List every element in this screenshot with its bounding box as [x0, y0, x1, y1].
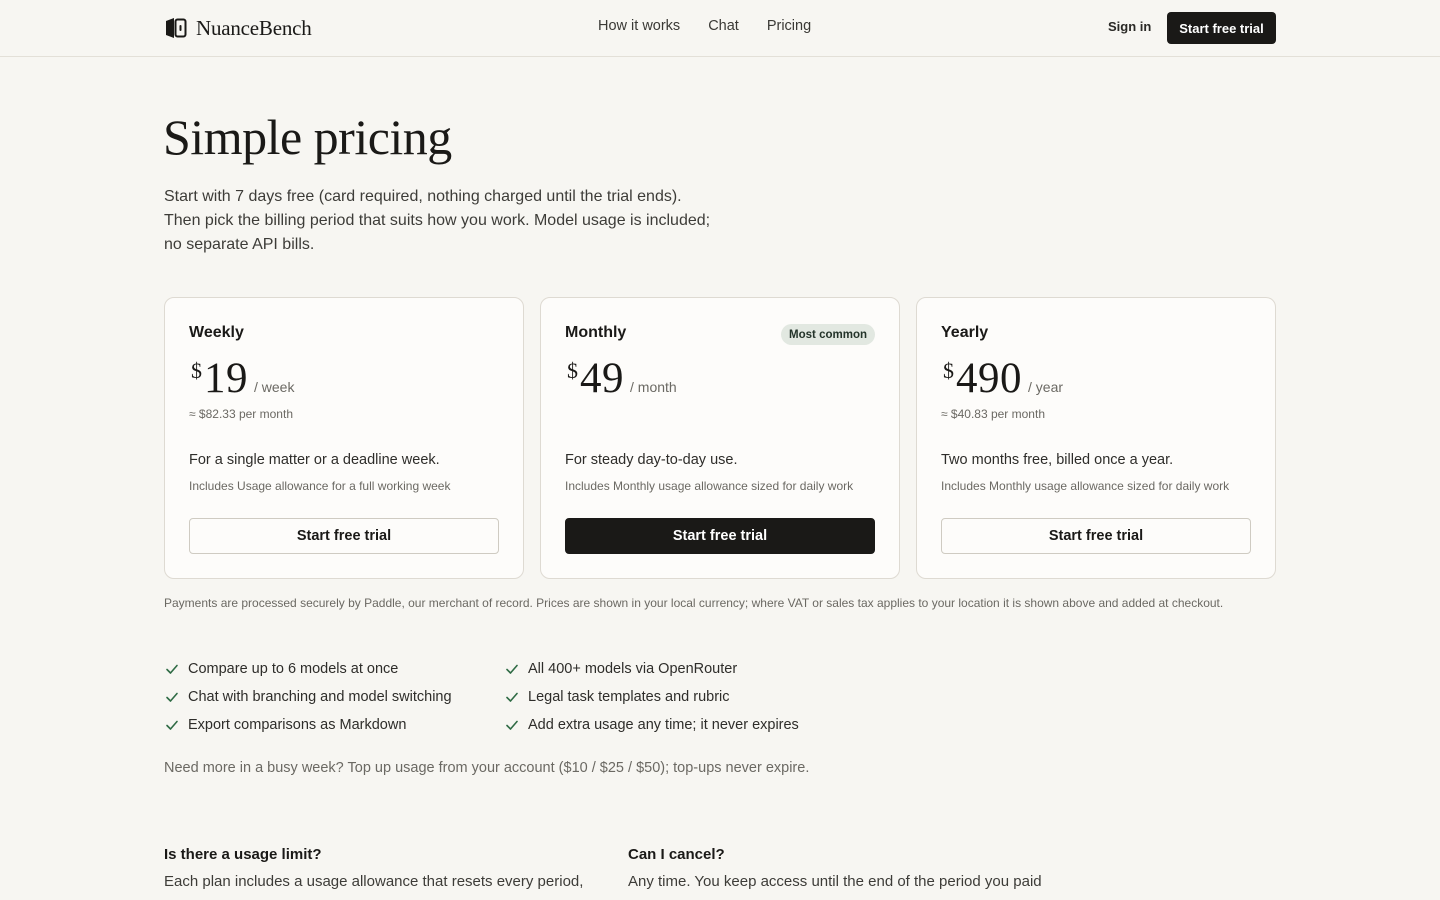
plan-price: $ 19 / week — [191, 354, 295, 402]
brand-logo-icon — [166, 18, 187, 38]
plan-name: Monthly — [565, 324, 627, 341]
price-currency: $ — [191, 358, 202, 383]
subtitle-line: no separate API bills. — [164, 236, 315, 253]
check-icon — [166, 664, 178, 674]
plan-price: $ 490 / year — [943, 354, 1064, 402]
faq-answer-usage-limit: Each plan includes a usage allowance tha… — [164, 873, 584, 890]
feature-item: Chat with branching and model switching — [164, 687, 452, 707]
feature-item: Compare up to 6 models at once — [164, 659, 398, 679]
price-period: / month — [630, 379, 677, 395]
page-subtitle: Start with 7 days free (card required, n… — [164, 185, 764, 257]
plan-includes: Includes Monthly usage allowance sized f… — [565, 479, 854, 493]
plan-includes: Includes Monthly usage allowance sized f… — [941, 479, 1230, 493]
faq-answer-cancel: Any time. You keep access until the end … — [628, 873, 1042, 890]
sign-in-link[interactable]: Sign in — [1108, 19, 1151, 34]
monthly-start-trial-button[interactable]: Start free trial — [565, 518, 875, 554]
plan-includes: Includes Usage allowance for a full work… — [189, 479, 451, 493]
feature-list: Compare up to 6 models at once Chat with… — [164, 659, 864, 743]
price-amount: 490 — [956, 355, 1022, 402]
plan-price: $ 49 / month — [567, 354, 677, 402]
feature-item: Add extra usage any time; it never expir… — [504, 715, 799, 735]
feature-item: All 400+ models via OpenRouter — [504, 659, 737, 679]
price-amount: 19 — [204, 355, 248, 402]
price-per-month: ≈ $40.83 per month — [941, 407, 1045, 421]
feature-label: Compare up to 6 models at once — [188, 661, 399, 677]
check-icon — [506, 720, 518, 730]
weekly-start-trial-button[interactable]: Start free trial — [189, 518, 499, 554]
check-icon — [506, 692, 518, 702]
price-currency: $ — [943, 358, 954, 383]
feature-label: Add extra usage any time; it never expir… — [528, 717, 799, 733]
feature-label: Legal task templates and rubric — [528, 689, 730, 705]
payment-note: Payments are processed securely by Paddl… — [164, 596, 1224, 610]
plan-card-weekly: Weekly $ 19 / week ≈ $82.33 per month Fo… — [164, 297, 524, 579]
most-common-badge: Most common — [781, 324, 875, 345]
plan-description: For a single matter or a deadline week. — [189, 452, 440, 468]
nav-chat[interactable]: Chat — [708, 18, 739, 38]
feature-label: Chat with branching and model switching — [188, 689, 452, 705]
faq-question-usage-limit: Is there a usage limit? — [164, 846, 322, 863]
check-icon — [506, 664, 518, 674]
price-period: / week — [254, 379, 295, 395]
subtitle-line: Start with 7 days free (card required, n… — [164, 188, 682, 205]
yearly-start-trial-button[interactable]: Start free trial — [941, 518, 1251, 554]
site-header: NuanceBench How it works Chat Pricing Si… — [0, 0, 1440, 57]
price-per-month: ≈ $82.33 per month — [189, 407, 293, 421]
plan-name: Weekly — [189, 324, 244, 341]
main-nav: How it works Chat Pricing — [598, 18, 811, 38]
check-icon — [166, 692, 178, 702]
plan-card-monthly: Monthly Most common $ 49 / month For ste… — [540, 297, 900, 579]
faq-question-cancel: Can I cancel? — [628, 846, 725, 863]
price-period: / year — [1028, 379, 1064, 395]
nav-pricing[interactable]: Pricing — [767, 18, 811, 38]
plan-description: Two months free, billed once a year. — [941, 452, 1174, 468]
brand-name: NuanceBench — [196, 15, 312, 40]
plan-name: Yearly — [941, 324, 989, 341]
brand-link[interactable]: NuanceBench — [164, 15, 312, 41]
feature-label: Export comparisons as Markdown — [188, 717, 407, 733]
topup-note: Need more in a busy week? Top up usage f… — [164, 760, 810, 776]
subtitle-line: Then pick the billing period that suits … — [164, 212, 711, 229]
feature-label: All 400+ models via OpenRouter — [528, 661, 738, 677]
feature-item: Export comparisons as Markdown — [164, 715, 406, 735]
price-currency: $ — [567, 358, 578, 383]
price-amount: 49 — [580, 355, 624, 402]
feature-item: Legal task templates and rubric — [504, 687, 730, 707]
header-start-trial-button[interactable]: Start free trial — [1167, 12, 1276, 44]
page-title: Simple pricing — [163, 109, 452, 165]
check-icon — [166, 720, 178, 730]
plan-card-yearly: Yearly $ 490 / year ≈ $40.83 per month T… — [916, 297, 1276, 579]
plan-description: For steady day-to-day use. — [565, 452, 738, 468]
nav-how-it-works[interactable]: How it works — [598, 18, 680, 38]
